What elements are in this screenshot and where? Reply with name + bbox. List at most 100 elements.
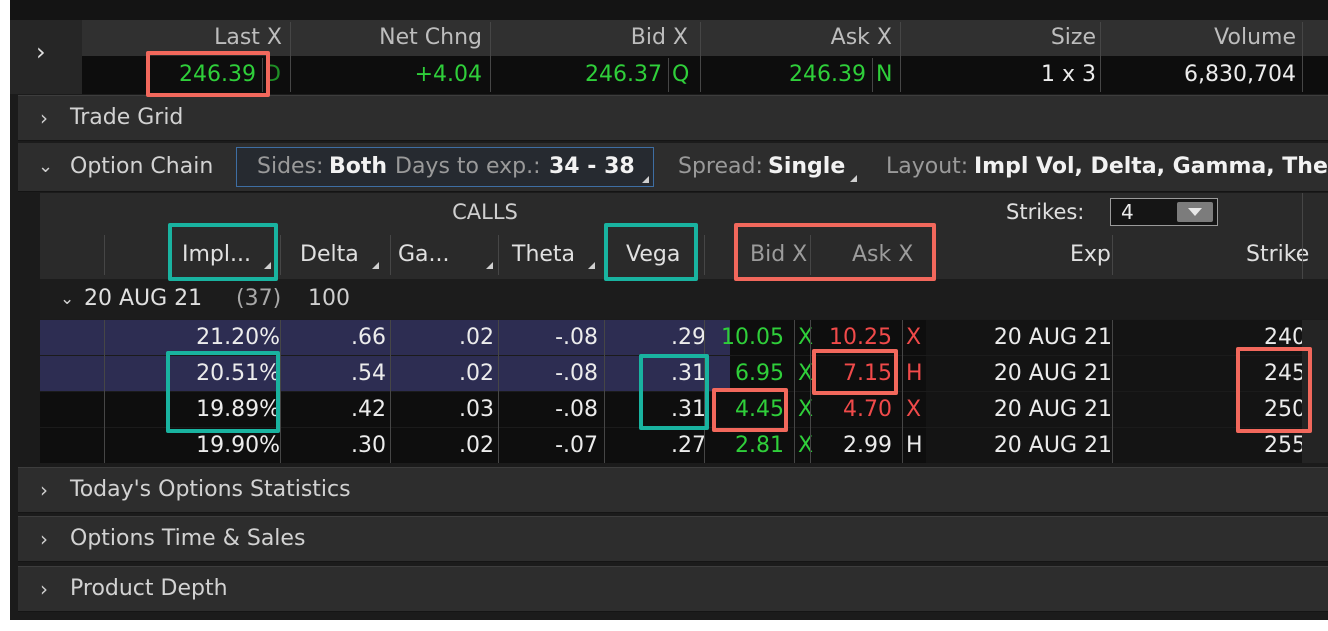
bid-exchange: Q xyxy=(672,62,690,87)
bid-exchange-cell: X xyxy=(798,325,814,350)
chevron-right-icon: › xyxy=(40,478,48,502)
table-row[interactable]: 19.89% .42 .03 -.08 .31 4.45 X 4.70 X 20… xyxy=(40,392,1328,427)
bid-price: 246.37 xyxy=(585,62,662,87)
gamma-cell: .02 xyxy=(459,433,494,458)
theta-cell: -.08 xyxy=(555,325,598,350)
table-row[interactable]: 19.90% .30 .02 -.07 .27 2.81 X 2.99 H 20… xyxy=(40,428,1328,463)
impl-vol-header[interactable]: Impl... xyxy=(182,231,251,279)
volume-value: 6,830,704 xyxy=(1184,62,1296,87)
gamma-cell: .02 xyxy=(459,325,494,350)
days-value: 34 - 38 xyxy=(549,154,635,179)
ask-exchange-cell: H xyxy=(906,433,923,458)
vega-cell: .29 xyxy=(671,325,706,350)
volume-header[interactable]: Volume xyxy=(1110,20,1296,56)
delta-cell: .42 xyxy=(351,397,386,422)
quote-expand-cell[interactable]: › xyxy=(10,20,82,94)
calls-header: CALLS xyxy=(40,193,930,231)
option-chain-label[interactable]: Option Chain xyxy=(70,143,213,191)
triangle-down-icon xyxy=(1188,208,1202,216)
sort-corner-icon xyxy=(372,262,379,269)
strike-header[interactable]: Strike xyxy=(1246,231,1309,279)
chevron-down-icon[interactable]: ⌄ xyxy=(38,143,53,191)
bid-exchange-cell: X xyxy=(798,433,814,458)
spread-label[interactable]: Spread: xyxy=(678,143,763,191)
vega-header[interactable]: Vega xyxy=(626,231,680,279)
sort-corner-icon xyxy=(264,262,271,269)
vega-cell: .31 xyxy=(671,397,706,422)
ask-price: 246.39 xyxy=(789,62,866,87)
chevron-right-icon: › xyxy=(40,527,48,551)
impl-vol-cell: 21.20% xyxy=(196,325,280,350)
spread-value[interactable]: Single xyxy=(768,143,845,191)
dropdown-corner-icon xyxy=(642,176,649,183)
expiry-date: 20 AUG 21 xyxy=(84,286,203,311)
section-options-statistics[interactable]: › Today's Options Statistics xyxy=(18,467,1328,513)
net-change-header[interactable]: Net Chng xyxy=(300,20,482,56)
gamma-header[interactable]: Ga... xyxy=(398,231,450,279)
sides-label: Sides: xyxy=(257,154,324,179)
impl-vol-cell: 19.89% xyxy=(196,397,280,422)
section-label: Today's Options Statistics xyxy=(70,477,351,502)
vega-cell: .27 xyxy=(671,433,706,458)
impl-vol-cell: 19.90% xyxy=(196,433,280,458)
calls-label: CALLS xyxy=(452,200,518,224)
sides-days-filter[interactable]: Sides: Both Days to exp.: 34 - 38 xyxy=(236,147,654,187)
days-label: Days to exp.: xyxy=(395,154,541,179)
strikes-select[interactable]: 4 xyxy=(1110,198,1218,226)
section-options-time-sales[interactable]: › Options Time & Sales xyxy=(18,516,1328,562)
strike-cell[interactable]: 240 xyxy=(1190,320,1306,355)
expiry-group-row[interactable]: ⌄ 20 AUG 21 (37) 100 xyxy=(40,279,1328,319)
delta-header[interactable]: Delta xyxy=(300,231,359,279)
size-value: 1 x 3 xyxy=(1041,62,1096,87)
size-header[interactable]: Size xyxy=(910,20,1096,56)
chevron-right-icon: › xyxy=(36,38,46,66)
vega-cell: .31 xyxy=(671,361,706,386)
bid-cell[interactable]: 6.95 xyxy=(714,356,784,391)
layout-label[interactable]: Layout: xyxy=(886,143,968,191)
dropdown-button[interactable] xyxy=(1177,202,1213,222)
exp-cell: 20 AUG 21 xyxy=(993,325,1112,350)
gamma-cell: .03 xyxy=(459,397,494,422)
last-header[interactable]: Last X xyxy=(160,20,282,56)
chevron-right-icon: › xyxy=(40,577,48,601)
theta-cell: -.08 xyxy=(555,397,598,422)
section-label: Product Depth xyxy=(70,576,228,601)
bid-exchange-cell: X xyxy=(798,397,814,422)
bid-cell[interactable]: 2.81 xyxy=(714,428,784,463)
last-price: 246.39 xyxy=(179,62,256,87)
ask-exchange-cell: X xyxy=(906,325,922,350)
exp-header[interactable]: Exp xyxy=(1070,231,1111,279)
bid-exchange-cell: X xyxy=(798,361,814,386)
ask-cell[interactable]: 4.70 xyxy=(816,392,892,427)
strikes-value: 4 xyxy=(1121,200,1134,224)
ask-header[interactable]: Ask X xyxy=(852,231,913,279)
impl-vol-cell: 20.51% xyxy=(196,361,280,386)
bid-cell[interactable]: 10.05 xyxy=(714,320,784,355)
section-product-depth[interactable]: › Product Depth xyxy=(18,566,1328,612)
table-row[interactable]: 21.20% .66 .02 -.08 .29 10.05 X 10.25 X … xyxy=(40,320,1328,355)
theta-cell: -.07 xyxy=(555,433,598,458)
section-trade-grid[interactable]: › Trade Grid xyxy=(18,95,1328,141)
bid-header[interactable]: Bid X xyxy=(500,20,688,56)
ask-header[interactable]: Ask X xyxy=(710,20,892,56)
strike-cell[interactable]: 250 xyxy=(1190,392,1306,427)
delta-cell: .66 xyxy=(351,325,386,350)
strike-cell[interactable]: 245 xyxy=(1190,356,1306,391)
last-exchange: D xyxy=(264,62,281,87)
sort-corner-icon xyxy=(486,262,493,269)
strike-cell[interactable]: 255 xyxy=(1190,428,1306,463)
net-change-value: +4.04 xyxy=(414,62,482,87)
bid-header[interactable]: Bid X xyxy=(750,231,807,279)
section-label: Trade Grid xyxy=(70,105,184,130)
ask-exchange-cell: H xyxy=(906,361,923,386)
chevron-down-icon[interactable]: ⌄ xyxy=(60,279,74,319)
bid-cell[interactable]: 4.45 xyxy=(714,392,784,427)
ask-cell[interactable]: 7.15 xyxy=(816,356,892,391)
ask-cell[interactable]: 2.99 xyxy=(816,428,892,463)
expiry-days: (37) xyxy=(236,286,282,311)
theta-header[interactable]: Theta xyxy=(512,231,575,279)
layout-value[interactable]: Impl Vol, Delta, Gamma, Thet xyxy=(974,143,1328,191)
top-strip xyxy=(10,0,1328,20)
table-row[interactable]: 20.51% .54 .02 -.08 .31 6.95 X 7.15 H 20… xyxy=(40,356,1328,391)
ask-cell[interactable]: 10.25 xyxy=(816,320,892,355)
